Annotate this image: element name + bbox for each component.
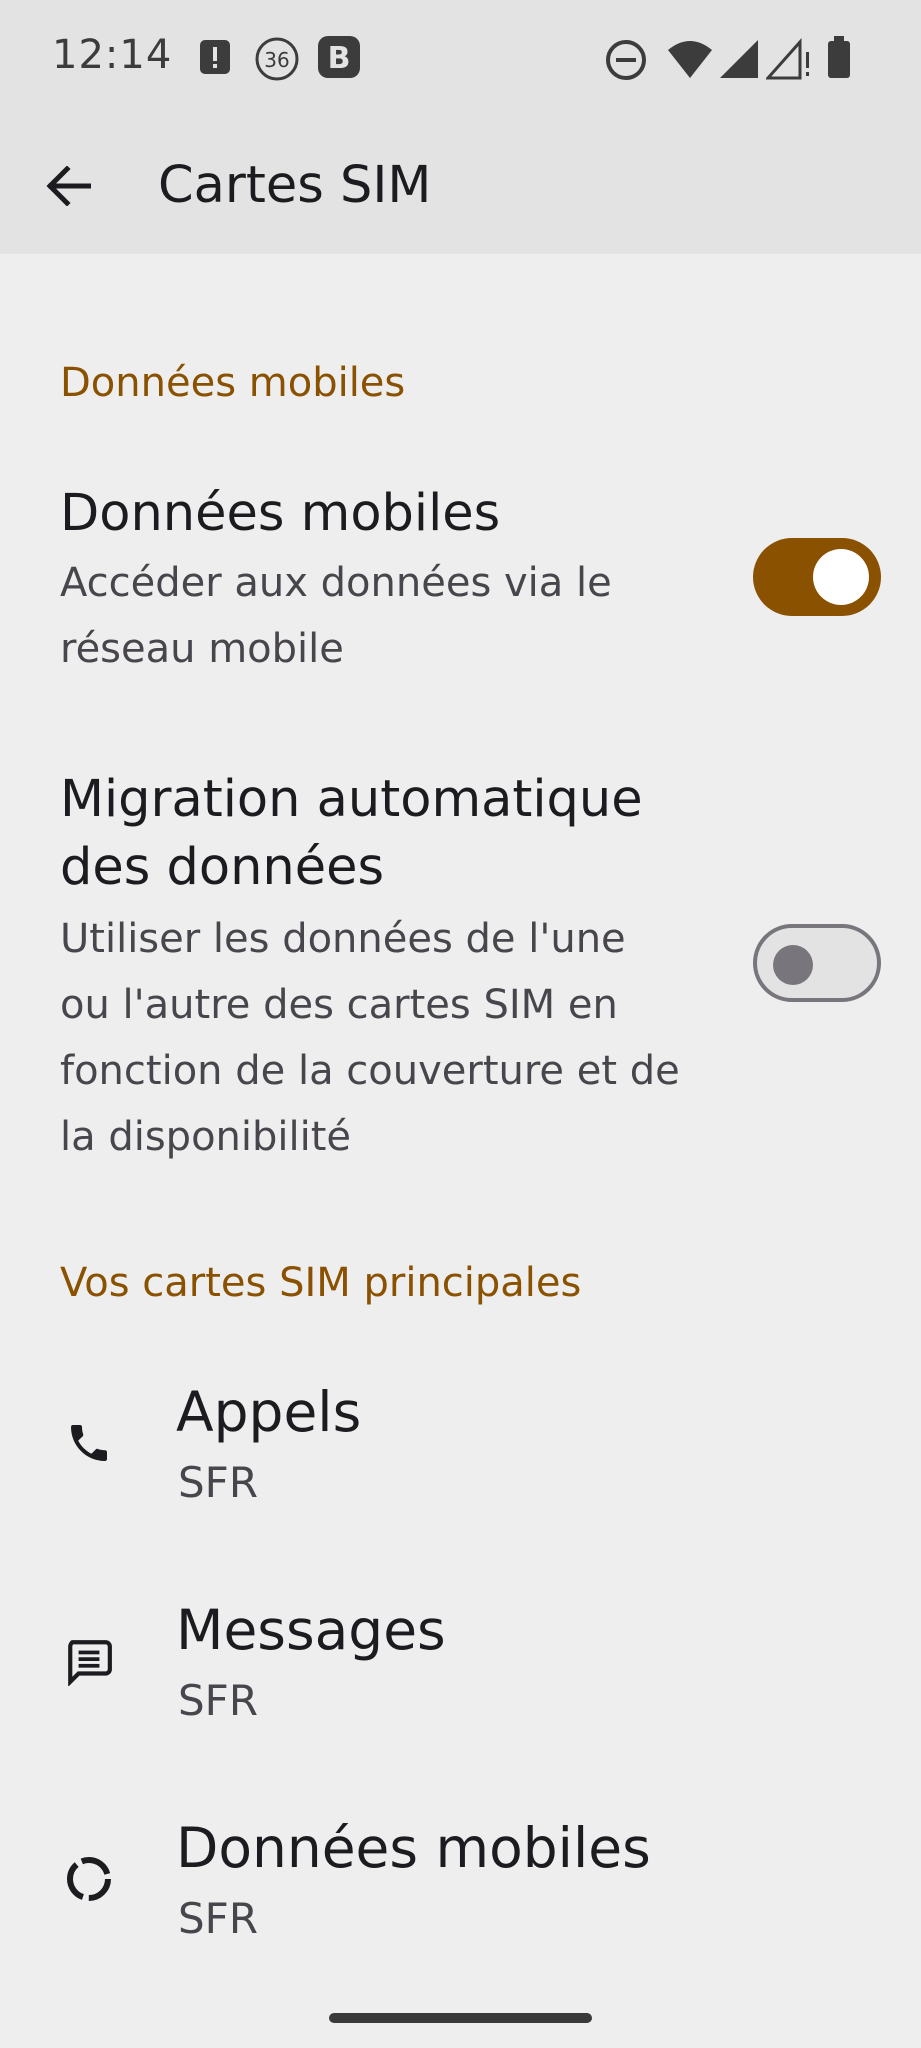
signal-no-data-icon <box>764 38 812 84</box>
section-header-mobile-data: Données mobiles <box>60 360 406 406</box>
status-bar: 12:14 36 B <box>0 0 921 118</box>
signal-icon <box>718 38 760 84</box>
sim-item-title: Messages <box>176 1598 446 1662</box>
toggle-thumb <box>773 945 813 985</box>
data-usage-icon <box>58 1848 120 1910</box>
app-bar: Cartes SIM <box>0 118 921 254</box>
mobile-data-title: Données mobiles <box>60 484 501 543</box>
b-letter: B <box>328 41 351 76</box>
arrow-back-icon <box>45 165 92 210</box>
toggle-thumb <box>813 549 869 605</box>
battery-icon <box>826 36 852 84</box>
message-icon <box>58 1630 120 1692</box>
sim-item-title: Données mobiles <box>176 1816 651 1880</box>
back-button[interactable] <box>36 156 100 220</box>
mobile-data-summary: Accéder aux données via le réseau mobile <box>60 560 612 672</box>
auto-data-switch-summary: Utiliser les données de l'une ou l'autre… <box>60 916 680 1160</box>
badge-36-icon: 36 <box>254 36 300 86</box>
status-time: 12:14 <box>52 32 173 78</box>
auto-data-switch-toggle[interactable] <box>753 924 881 1002</box>
page-title: Cartes SIM <box>158 156 432 215</box>
mobile-data-toggle[interactable] <box>753 538 881 616</box>
b-app-icon: B <box>316 34 362 84</box>
gesture-nav-handle[interactable] <box>329 2013 592 2023</box>
screen: 12:14 36 B Cartes SIM Données mobiles Do… <box>0 0 921 2048</box>
alert-notification-icon <box>198 36 232 80</box>
do-not-disturb-icon <box>604 38 648 86</box>
wifi-icon <box>666 38 714 84</box>
phone-icon <box>58 1412 120 1474</box>
sim-item-summary: SFR <box>178 1676 259 1725</box>
sim-item-title: Appels <box>176 1380 362 1444</box>
auto-data-switch-title: Migration automatique des données <box>60 770 643 897</box>
section-header-primary-sims: Vos cartes SIM principales <box>60 1260 582 1306</box>
sim-item-summary: SFR <box>178 1894 259 1943</box>
badge-number: 36 <box>264 48 289 72</box>
sim-item-summary: SFR <box>178 1458 259 1507</box>
